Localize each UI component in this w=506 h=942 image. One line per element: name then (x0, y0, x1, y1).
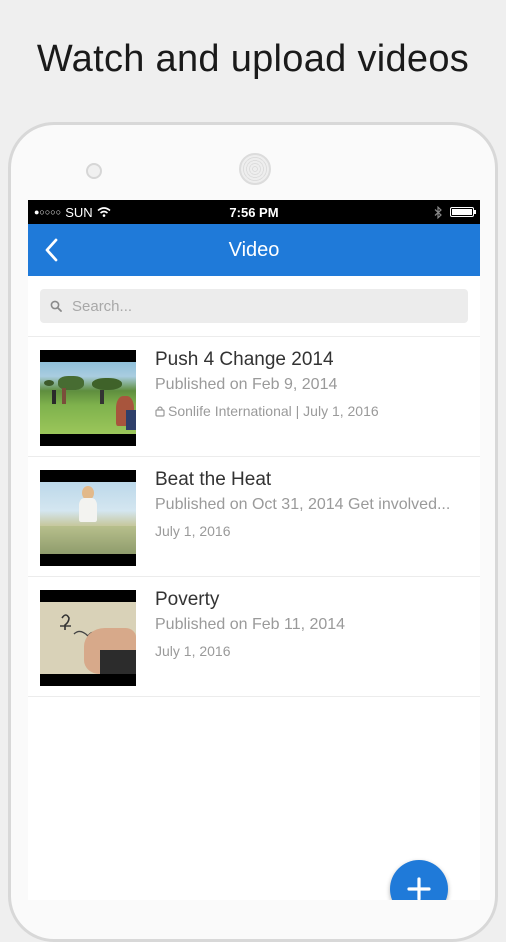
search-box[interactable] (40, 289, 468, 323)
video-title: Push 4 Change 2014 (155, 349, 334, 370)
search-input[interactable] (70, 296, 458, 316)
status-bar: ●○○○○ SUN 7:56 PM (28, 200, 480, 224)
video-item[interactable]: Beat the Heat Published on Oct 31, 2014 … (28, 457, 480, 577)
back-button[interactable] (36, 234, 66, 266)
video-meta-text: July 1, 2016 (155, 523, 231, 539)
search-bar (28, 276, 480, 337)
video-item[interactable]: Push 4 Change 2014 Published on Feb 9, 2… (28, 337, 480, 457)
headline: Watch and upload videos (36, 38, 470, 80)
front-camera (239, 153, 271, 185)
video-thumbnail (40, 470, 136, 566)
chevron-left-icon (45, 238, 58, 262)
video-title: Beat the Heat (155, 469, 272, 490)
app-screen: ●○○○○ SUN 7:56 PM Video Search... Push 4… (28, 200, 480, 900)
battery-icon (450, 207, 476, 217)
video-meta-text: Sonlife International | July 1, 2016 (168, 403, 379, 419)
nav-title: Video (228, 238, 280, 261)
upload-video-button[interactable] (390, 860, 448, 900)
nav-bar: Video (28, 224, 480, 276)
video-description: Published on Feb 11, 2014 (155, 616, 346, 633)
video-list: Push 4 Change 2014 Published on Feb 9, 2… (28, 337, 480, 697)
front-sensor (86, 163, 102, 179)
video-meta: July 1, 2016 (155, 519, 468, 543)
video-description: Published on Oct 31, 2014 Get involved..… (155, 496, 451, 513)
video-title: Poverty (155, 589, 220, 610)
video-thumbnail (40, 350, 136, 446)
video-thumbnail (40, 590, 136, 686)
search-icon (50, 300, 62, 312)
plus-icon (407, 877, 431, 900)
wifi-icon (97, 207, 111, 217)
carrier-label: SUN (65, 204, 93, 220)
bluetooth-icon (434, 205, 442, 219)
video-item[interactable]: Poverty Published on Feb 11, 2014 July 1… (28, 577, 480, 697)
signal-icon: ●○○○○ (34, 207, 62, 217)
video-description: Published on Feb 9, 2014 (155, 376, 338, 393)
lock-icon (155, 406, 165, 417)
video-meta: July 1, 2016 (155, 639, 468, 663)
video-meta-text: July 1, 2016 (155, 643, 231, 659)
video-meta: Sonlife International | July 1, 2016 (155, 399, 468, 423)
